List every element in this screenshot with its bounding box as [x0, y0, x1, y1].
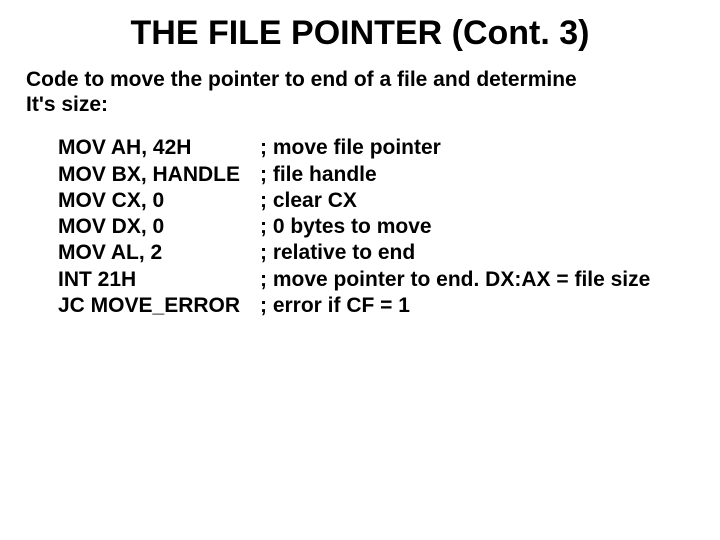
code-block: MOV AH, 42H ; move file pointer MOV BX, … [58, 135, 700, 319]
slide-title: THE FILE POINTER (Cont. 3) [20, 14, 700, 53]
code-instr: INT 21H [58, 267, 260, 293]
code-instr: MOV BX, HANDLE [58, 162, 260, 188]
subtitle-line-1: Code to move the pointer to end of a fil… [26, 67, 700, 92]
code-instr: MOV DX, 0 [58, 214, 260, 240]
slide: THE FILE POINTER (Cont. 3) Code to move … [0, 0, 720, 339]
code-line: MOV DX, 0 ; 0 bytes to move [58, 214, 700, 240]
code-comment: ; relative to end [260, 240, 415, 266]
code-line: MOV BX, HANDLE ; file handle [58, 162, 700, 188]
code-comment: ; move file pointer [260, 135, 441, 161]
code-line: MOV AL, 2 ; relative to end [58, 240, 700, 266]
code-comment: ; clear CX [260, 188, 357, 214]
code-line: INT 21H ; move pointer to end. DX:AX = f… [58, 267, 700, 293]
code-comment: ; move pointer to end. DX:AX = file size [260, 267, 650, 293]
code-instr: JC MOVE_ERROR [58, 293, 260, 319]
code-line: MOV CX, 0 ; clear CX [58, 188, 700, 214]
code-instr: MOV AL, 2 [58, 240, 260, 266]
code-instr: MOV AH, 42H [58, 135, 260, 161]
code-comment: ; file handle [260, 162, 377, 188]
code-line: JC MOVE_ERROR ; error if CF = 1 [58, 293, 700, 319]
code-line: MOV AH, 42H ; move file pointer [58, 135, 700, 161]
code-comment: ; 0 bytes to move [260, 214, 432, 240]
slide-subtitle: Code to move the pointer to end of a fil… [26, 67, 700, 117]
code-instr: MOV CX, 0 [58, 188, 260, 214]
subtitle-line-2: It's size: [26, 92, 700, 117]
code-comment: ; error if CF = 1 [260, 293, 410, 319]
